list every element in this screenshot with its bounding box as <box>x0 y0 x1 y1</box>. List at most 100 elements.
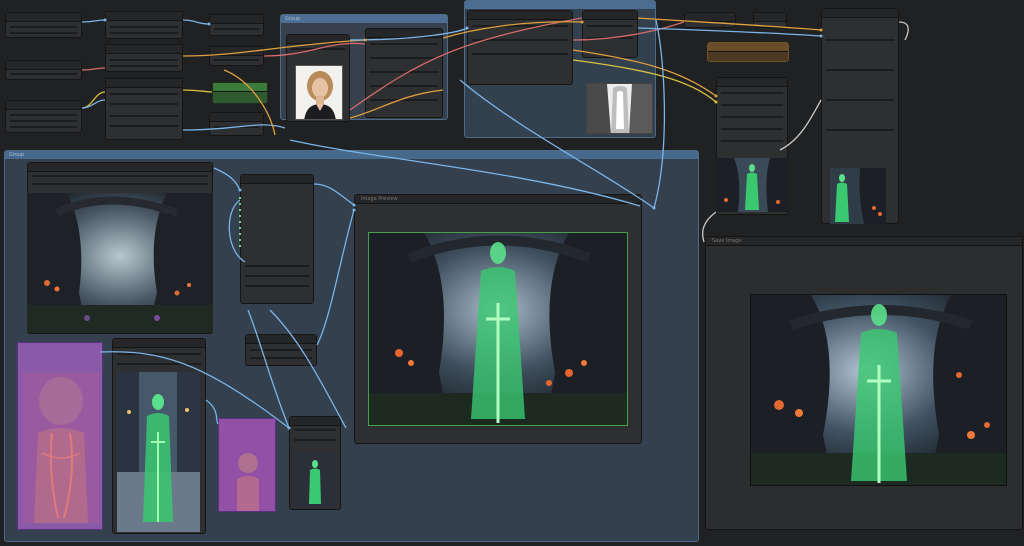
node-widget[interactable] <box>587 25 633 27</box>
node-widget[interactable] <box>32 183 208 185</box>
node-header <box>290 417 340 426</box>
node-clip-1[interactable] <box>105 11 183 39</box>
node-widget[interactable] <box>110 93 178 95</box>
thumb-green-woman-2 <box>830 168 886 224</box>
node-header <box>822 9 898 18</box>
depth-map-icon <box>587 84 652 133</box>
mask-figure-small-icon <box>219 419 275 511</box>
node-widget[interactable] <box>826 99 894 101</box>
node-orange-widget[interactable] <box>707 42 789 62</box>
node-widget[interactable] <box>10 114 77 116</box>
node-loader-2[interactable] <box>5 60 82 80</box>
node-header <box>6 101 81 110</box>
node-depth-preprocessor[interactable] <box>582 10 638 58</box>
node-widget[interactable] <box>110 32 178 34</box>
node-header <box>246 335 316 344</box>
node-widget[interactable] <box>110 26 178 28</box>
node-widget[interactable] <box>294 439 336 441</box>
node-clip-3[interactable] <box>105 78 183 140</box>
node-header <box>685 13 735 22</box>
node-header <box>754 13 786 22</box>
node-widget[interactable] <box>117 363 201 365</box>
node-widget[interactable] <box>245 285 309 287</box>
depth-map-image <box>586 83 653 134</box>
mask-figure-icon <box>18 343 102 529</box>
node-widget[interactable] <box>110 103 178 105</box>
node-cond-3[interactable] <box>209 112 264 136</box>
node-vae-loader[interactable] <box>753 12 787 28</box>
node-widget[interactable] <box>10 32 77 34</box>
node-widget[interactable] <box>214 126 259 128</box>
node-widget[interactable] <box>245 265 309 267</box>
node-widget[interactable] <box>370 71 438 73</box>
node-cond-1[interactable] <box>209 14 264 36</box>
node-widget[interactable] <box>10 120 77 122</box>
node-widget[interactable] <box>826 39 894 41</box>
node-widget[interactable] <box>10 73 77 75</box>
thumb-forest-icon-1 <box>716 158 788 212</box>
node-widget[interactable] <box>214 59 259 61</box>
node-widget[interactable] <box>250 349 312 351</box>
node-widget[interactable] <box>370 99 438 101</box>
node-header <box>106 12 182 21</box>
node-widget[interactable] <box>10 26 77 28</box>
large-preview-image <box>368 232 628 426</box>
node-widget[interactable] <box>291 48 345 50</box>
node-header <box>6 61 81 70</box>
node-header <box>106 45 182 54</box>
mask-image-purple-2 <box>218 418 276 512</box>
node-load-image[interactable] <box>286 34 350 122</box>
node-widget[interactable] <box>110 59 178 61</box>
green-woman-street-image <box>117 372 200 532</box>
node-loader-1[interactable] <box>5 12 82 38</box>
forest-scene-icon <box>27 193 213 333</box>
node-widget[interactable] <box>721 140 783 142</box>
node-widget[interactable] <box>214 28 259 30</box>
node-widget[interactable] <box>472 25 568 27</box>
node-header <box>717 78 787 87</box>
node-widget[interactable] <box>110 65 178 67</box>
portrait-photo-icon <box>296 66 342 119</box>
small-green-preview-image <box>293 452 337 508</box>
group-title: Group <box>281 15 447 23</box>
node-header <box>113 339 205 348</box>
node-widget[interactable] <box>250 357 312 359</box>
node-widget[interactable] <box>472 39 568 41</box>
node-widget[interactable] <box>370 43 438 45</box>
node-widget[interactable] <box>117 353 201 355</box>
node-header <box>210 113 263 122</box>
node-widget[interactable] <box>721 104 783 106</box>
node-widget[interactable] <box>721 92 783 94</box>
node-apply-controlnet[interactable] <box>365 28 443 118</box>
node-widget[interactable] <box>826 129 894 131</box>
node-header <box>28 163 212 172</box>
node-widget[interactable] <box>721 116 783 118</box>
node-clip-2[interactable] <box>105 44 183 72</box>
node-widget[interactable] <box>10 126 77 128</box>
node-widget[interactable] <box>370 85 438 87</box>
node-loader-3[interactable] <box>5 100 82 133</box>
node-widget[interactable] <box>110 115 178 117</box>
small-green-figure-icon <box>293 452 337 508</box>
node-widget[interactable] <box>370 57 438 59</box>
mask-image-purple-1 <box>17 342 103 530</box>
node-widget[interactable] <box>826 69 894 71</box>
group-title-main: Group <box>5 151 698 159</box>
node-header <box>366 29 442 38</box>
node-widget[interactable] <box>32 175 208 177</box>
node-ksampler-top[interactable] <box>467 10 573 85</box>
forest-image <box>27 193 213 333</box>
node-vae-decode[interactable] <box>684 12 736 28</box>
node-cond-2[interactable] <box>209 46 264 66</box>
node-header <box>106 79 182 88</box>
node-widget[interactable] <box>110 125 178 127</box>
node-green-primitive[interactable] <box>212 82 268 104</box>
node-widget[interactable] <box>294 429 336 431</box>
node-ipadapter[interactable] <box>240 174 314 304</box>
node-widget[interactable] <box>587 37 633 39</box>
node-widget[interactable] <box>472 53 568 55</box>
node-small-mid[interactable] <box>245 334 317 366</box>
node-widget[interactable] <box>721 128 783 130</box>
node-widget[interactable] <box>245 275 309 277</box>
large-forest-green-woman-icon <box>369 233 627 425</box>
